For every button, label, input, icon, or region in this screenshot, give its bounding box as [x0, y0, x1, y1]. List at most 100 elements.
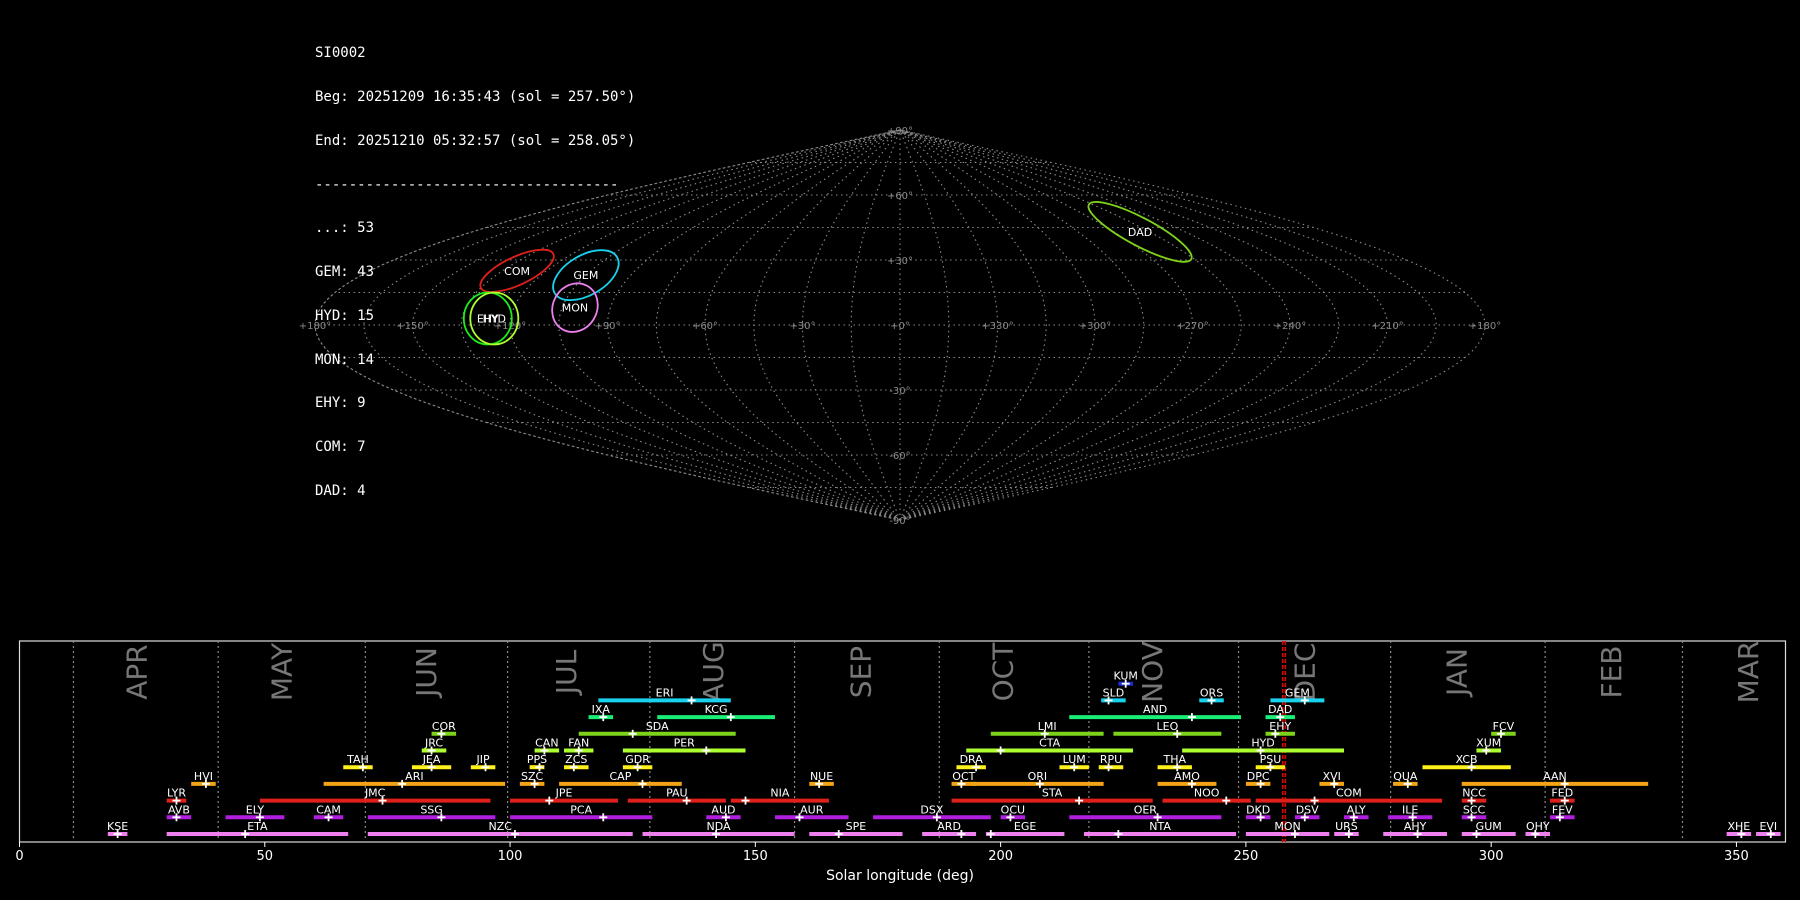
shower-code-label: DRA — [960, 753, 984, 766]
shower-code-label: CTA — [1039, 737, 1061, 750]
shower-code-label: IXA — [592, 703, 611, 716]
shower-code-label: ORI — [1028, 770, 1048, 783]
shower-timeline-chart: APR MAY JUN JUL AUG SEP OCT NOV DEC JAN FEB MARKUME… — [15, 640, 1787, 864]
shower-code-label: AAN — [1543, 770, 1567, 783]
shower-code-label: AVB — [168, 803, 190, 816]
shower-code-label: NZC — [489, 820, 513, 833]
shower-code-label: NUE — [810, 770, 833, 783]
shower-code-label: COM — [1336, 787, 1362, 800]
shower-code-label: PSU — [1260, 753, 1282, 766]
shower-code-label: SLD — [1103, 686, 1125, 699]
shower-code-label: ARI — [405, 770, 423, 783]
shower-code-label: SSG — [420, 803, 443, 816]
shower-code-label: XVI — [1323, 770, 1341, 783]
shower-code-label: OHY — [1526, 820, 1550, 833]
shower-code-label: SCC — [1463, 803, 1486, 816]
month-label: FEB — [1595, 645, 1628, 698]
month-label: SEP — [844, 646, 877, 698]
month-label: NOV — [1136, 641, 1169, 703]
shower-code-label: JRC — [424, 737, 443, 750]
shower-code-label: LUM — [1063, 753, 1086, 766]
shower-code-label: JIP — [476, 753, 490, 766]
shower-code-label: NDA — [707, 820, 732, 833]
shower-code-label: AND — [1143, 703, 1167, 716]
month-label: JUN — [410, 647, 443, 699]
shower-code-label: GUM — [1476, 820, 1502, 833]
shower-code-label: COR — [432, 720, 456, 733]
shower-code-label: SDA — [646, 720, 669, 733]
x-tick-label: 100 — [498, 849, 523, 864]
shower-code-label: SZC — [521, 770, 544, 783]
x-tick-label: 50 — [257, 849, 274, 864]
shower-code-label: STA — [1042, 787, 1063, 800]
month-label: OCT — [987, 642, 1020, 702]
x-tick-label: 0 — [15, 849, 23, 864]
shower-code-label: DSX — [920, 803, 943, 816]
shower-code-label: XUM — [1476, 737, 1501, 750]
shower-code-label: SPE — [846, 820, 867, 833]
month-label: APR — [121, 644, 154, 700]
month-label: AUG — [697, 641, 730, 702]
shower-code-label: KCG — [705, 703, 728, 716]
shower-code-label: DPC — [1247, 770, 1270, 783]
shower-code-label: OCU — [1001, 803, 1025, 816]
shower-code-label: NCC — [1462, 787, 1486, 800]
shower-code-label: THA — [1163, 753, 1187, 766]
shower-code-label: ERI — [656, 686, 674, 699]
shower-code-label: AUD — [711, 803, 735, 816]
shower-code-label: OER — [1134, 803, 1158, 816]
shower-code-label: XHE — [1728, 820, 1751, 833]
shower-code-label: NOO — [1194, 787, 1220, 800]
shower-code-label: ORS — [1200, 686, 1223, 699]
x-tick-label: 350 — [1724, 849, 1749, 864]
shower-code-label: ALY — [1347, 803, 1366, 816]
x-tick-label: 200 — [988, 849, 1013, 864]
shower-code-label: FCV — [1493, 720, 1515, 733]
x-tick-label: 250 — [1233, 849, 1258, 864]
shower-code-label: FEV — [1552, 803, 1573, 816]
shower-code-label: AUR — [800, 803, 824, 816]
shower-code-label: ELY — [246, 803, 265, 816]
shower-code-label: HVI — [194, 770, 213, 783]
shower-code-label: TAH — [346, 753, 369, 766]
shower-code-label: AHY — [1404, 820, 1427, 833]
shower-code-label: PPS — [527, 753, 547, 766]
shower-code-label: NTA — [1149, 820, 1171, 833]
shower-code-label: KUM — [1113, 670, 1137, 683]
shower-code-label: KSE — [107, 820, 128, 833]
shower-code-label: XCB — [1456, 753, 1478, 766]
shower-code-label: CAP — [610, 770, 632, 783]
shower-code-label: ETA — [247, 820, 268, 833]
shower-code-label: PAU — [666, 787, 688, 800]
shower-code-label: OCT — [952, 770, 975, 783]
shower-code-label: LEO — [1157, 720, 1179, 733]
shower-code-label: FAN — [568, 737, 589, 750]
shower-code-label: GDR — [625, 753, 650, 766]
shower-code-label: EHY — [1269, 720, 1291, 733]
shower-code-label: DSV — [1296, 803, 1319, 816]
shower-code-label: QUA — [1393, 770, 1418, 783]
x-tick-label: 300 — [1479, 849, 1504, 864]
shower-code-label: LYR — [167, 787, 186, 800]
shower-code-label: RPU — [1100, 753, 1122, 766]
x-axis-title: Solar longitude (deg) — [826, 868, 974, 884]
shower-code-label: NIA — [770, 787, 789, 800]
shower-code-label: ILE — [1402, 803, 1418, 816]
shower-code-label: LMI — [1038, 720, 1057, 733]
shower-code-label: MON — [1274, 820, 1300, 833]
shower-code-label: PCA — [570, 803, 592, 816]
shower-code-label: EGE — [1014, 820, 1036, 833]
month-label: MAR — [1732, 641, 1765, 704]
month-label: MAY — [265, 642, 298, 701]
shower-code-label: ARD — [937, 820, 961, 833]
shower-code-label: AMO — [1174, 770, 1200, 783]
shower-code-label: ZCS — [565, 753, 587, 766]
shower-code-label: EVI — [1759, 820, 1777, 833]
month-label: JAN — [1440, 648, 1473, 698]
month-label: JUL — [550, 649, 583, 696]
shower-code-label: DAD — [1268, 703, 1292, 716]
shower-code-label: JMC — [364, 787, 386, 800]
shower-code-label: PER — [674, 737, 696, 750]
shower-code-label: JPE — [555, 787, 573, 800]
shower-code-label: CAM — [316, 803, 341, 816]
